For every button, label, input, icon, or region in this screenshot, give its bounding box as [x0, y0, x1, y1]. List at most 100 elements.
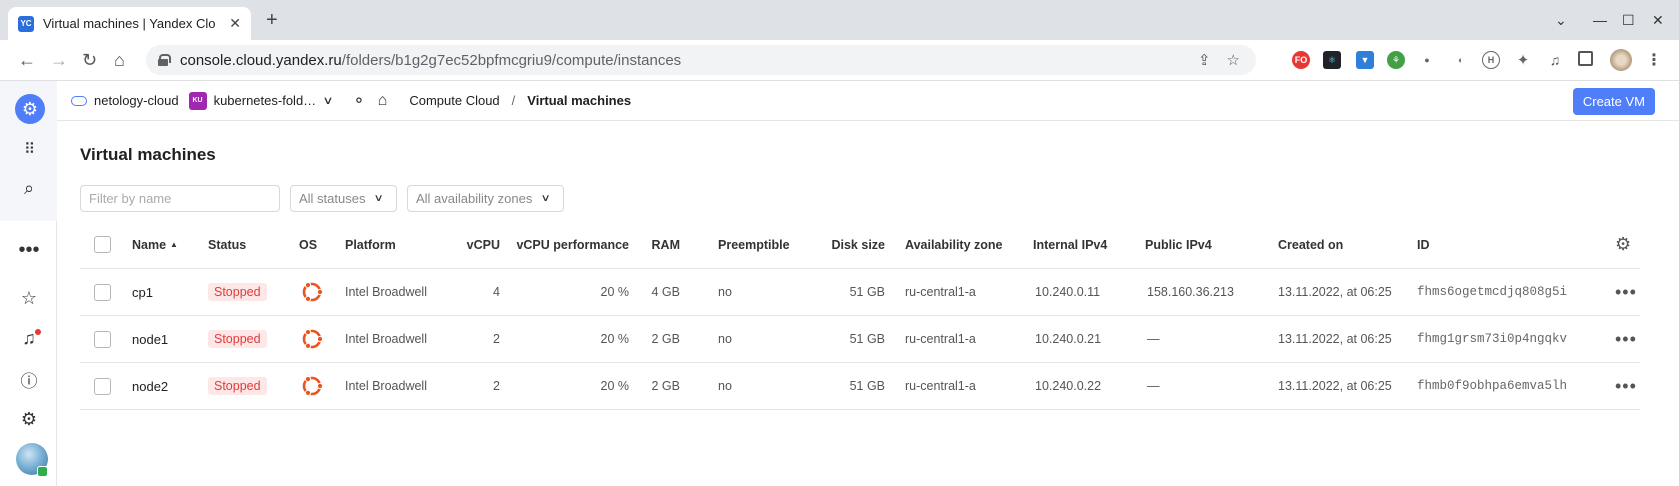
vm-id-cell: fhmb0f9obhpa6emva5lh — [1417, 379, 1568, 393]
all-services-grid-icon[interactable]: ⠿ — [18, 138, 40, 160]
console-home-icon[interactable]: ⚙ — [15, 94, 45, 124]
filter-by-name-input[interactable] — [80, 185, 280, 212]
browser-tab[interactable]: YC Virtual machines | Yandex Clo ✕ — [8, 7, 251, 40]
bookmark-star-icon[interactable]: ☆ — [1227, 51, 1240, 69]
status-badge: Stopped — [208, 283, 267, 301]
settings-gear-icon[interactable]: ⚙ — [18, 408, 40, 430]
column-header-availability-zone: Availability zone — [905, 237, 1003, 252]
column-header-platform: Platform — [345, 237, 396, 252]
vcpu-performance-cell: 20 % — [600, 379, 630, 393]
status-filter-select[interactable]: All statuses ∨ — [290, 185, 397, 212]
new-tab-icon[interactable]: + — [266, 10, 278, 30]
ubuntu-icon — [300, 316, 324, 362]
media-control-icon[interactable]: ♫ — [1546, 51, 1564, 69]
maximize-icon[interactable]: ☐ — [1622, 12, 1635, 29]
create-vm-button[interactable]: Create VM — [1572, 88, 1655, 115]
table-row[interactable]: cp1 Stopped Intel Broadwell 4 20 % 4 GB … — [80, 269, 1640, 316]
public-ipv4-cell: — — [1147, 379, 1160, 393]
cloud-name[interactable]: netology-cloud — [94, 93, 179, 108]
created-on-cell: 13.11.2022, at 06:25 — [1278, 285, 1392, 299]
breadcrumb-separator: / — [511, 93, 516, 108]
vcpu-performance-cell: 20 % — [600, 285, 630, 299]
row-checkbox-cell[interactable] — [94, 269, 111, 315]
reload-icon[interactable]: ↻ — [82, 50, 97, 70]
folder-chevron-down-icon[interactable]: ∨ — [323, 94, 334, 107]
column-header-public-ipv4: Public IPv4 — [1145, 237, 1212, 252]
browser-toolbar: ← → ↻ ⌂ console.cloud.yandex.ru/folders/… — [0, 40, 1679, 81]
vcpu-cell: 2 — [493, 379, 500, 393]
close-window-icon[interactable]: ✕ — [1652, 12, 1664, 29]
internal-ipv4-cell: 10.240.0.22 — [1035, 379, 1102, 393]
column-header-created-on: Created on — [1278, 237, 1344, 252]
row-checkbox[interactable] — [94, 330, 111, 348]
row-checkbox[interactable] — [94, 377, 111, 395]
lock-icon[interactable] — [158, 54, 171, 66]
row-checkbox-cell[interactable] — [94, 363, 111, 409]
extension-incognito-icon[interactable]: ◐ — [1452, 51, 1470, 69]
tab-search-chevron-icon[interactable]: ⌄ — [1555, 12, 1567, 29]
extension-h-icon[interactable]: H — [1482, 51, 1500, 69]
column-header-status: Status — [208, 237, 247, 252]
home-icon[interactable]: ⌂ — [378, 92, 388, 110]
side-panel-icon[interactable] — [1578, 51, 1593, 66]
forward-icon[interactable]: → — [50, 50, 68, 70]
home-icon[interactable]: ⌂ — [114, 50, 125, 70]
profile-avatar-icon[interactable] — [1610, 49, 1632, 71]
extension-person-icon[interactable]: ● — [1418, 51, 1436, 69]
column-header-id: ID — [1417, 237, 1430, 252]
vm-name-link[interactable]: node2 — [132, 379, 168, 394]
vm-table: Name ▲ Status OS Platform vCPU vCPU perfo… — [80, 221, 1640, 410]
extension-green-icon[interactable]: ⚘ — [1387, 51, 1405, 69]
share-icon[interactable]: ⇪ — [1198, 51, 1211, 69]
row-checkbox-cell[interactable] — [94, 316, 111, 362]
ubuntu-icon — [300, 269, 324, 315]
address-bar[interactable]: console.cloud.yandex.ru/folders/b1g2g7ec… — [146, 45, 1256, 75]
close-tab-icon[interactable]: ✕ — [229, 15, 241, 32]
created-on-cell: 13.11.2022, at 06:25 — [1278, 379, 1392, 393]
row-checkbox[interactable] — [94, 283, 111, 301]
column-header-name[interactable]: Name ▲ — [132, 221, 178, 268]
availability-zone-cell: ru-central1-a — [905, 332, 976, 346]
extensions-puzzle-icon[interactable]: ✦ — [1514, 51, 1532, 69]
cloud-icon — [71, 95, 87, 106]
column-header-internal-ipv4: Internal IPv4 — [1033, 237, 1108, 252]
back-icon[interactable]: ← — [18, 50, 36, 70]
extension-react-icon[interactable]: ⚛ — [1323, 51, 1341, 69]
services-map-icon[interactable]: ⚬ — [352, 91, 365, 111]
disk-size-cell: 51 GB — [849, 285, 885, 299]
select-all-checkbox-cell[interactable] — [94, 221, 111, 268]
select-all-checkbox[interactable] — [94, 236, 111, 253]
minimize-icon[interactable]: — — [1593, 12, 1607, 28]
left-navigation-rail: ⚙ ⠿ ⌕ ••• ☆ ♫ ⓘ ⚙ — [0, 81, 57, 486]
avatar-status-badge — [37, 466, 48, 477]
status-filter-value: All statuses — [299, 191, 366, 206]
search-icon[interactable]: ⌕ — [18, 177, 40, 199]
favorites-star-icon[interactable]: ☆ — [18, 287, 40, 309]
zone-filter-select[interactable]: All availability zones ∨ — [407, 185, 564, 212]
vm-name-link[interactable]: node1 — [132, 332, 168, 347]
vm-id-cell: fhms6ogetmcdjq808g5i — [1417, 285, 1568, 299]
console-header: netology-cloud KU kubernetes-fold… ∨ ⚬ ⌂… — [57, 81, 1679, 121]
table-row[interactable]: node1 Stopped Intel Broadwell 2 20 % 2 G… — [80, 316, 1640, 363]
table-settings-gear-icon[interactable]: ⚙ — [1615, 221, 1631, 268]
url-host: console.cloud.yandex.ru — [180, 51, 342, 69]
folder-name[interactable]: kubernetes-fold… — [214, 93, 317, 108]
table-row[interactable]: node2 Stopped Intel Broadwell 2 20 % 2 G… — [80, 363, 1640, 410]
column-header-ram: RAM — [651, 237, 680, 252]
help-icon[interactable]: ⓘ — [18, 368, 40, 391]
extension-fo-icon[interactable]: FO — [1292, 51, 1310, 69]
extension-shield-icon[interactable]: ▼ — [1356, 51, 1374, 69]
console-app: ⚙ ⠿ ⌕ ••• ☆ ♫ ⓘ ⚙ netology-cloud KU kube… — [0, 81, 1679, 486]
vm-name-link[interactable]: cp1 — [132, 285, 153, 300]
breadcrumb-compute-cloud[interactable]: Compute Cloud — [409, 93, 499, 108]
table-header-row: Name ▲ Status OS Platform vCPU vCPU perfo… — [80, 221, 1640, 269]
row-actions-more-icon[interactable]: ••• — [1615, 269, 1637, 315]
column-header-preemptible: Preemptible — [718, 237, 790, 252]
preemptible-cell: no — [718, 379, 732, 393]
row-actions-more-icon[interactable]: ••• — [1615, 363, 1637, 409]
browser-menu-icon[interactable]: ⋮ — [1645, 51, 1663, 69]
more-services-icon[interactable]: ••• — [18, 239, 40, 261]
folder-badge: KU — [188, 91, 207, 110]
availability-zone-cell: ru-central1-a — [905, 379, 976, 393]
row-actions-more-icon[interactable]: ••• — [1615, 316, 1637, 362]
